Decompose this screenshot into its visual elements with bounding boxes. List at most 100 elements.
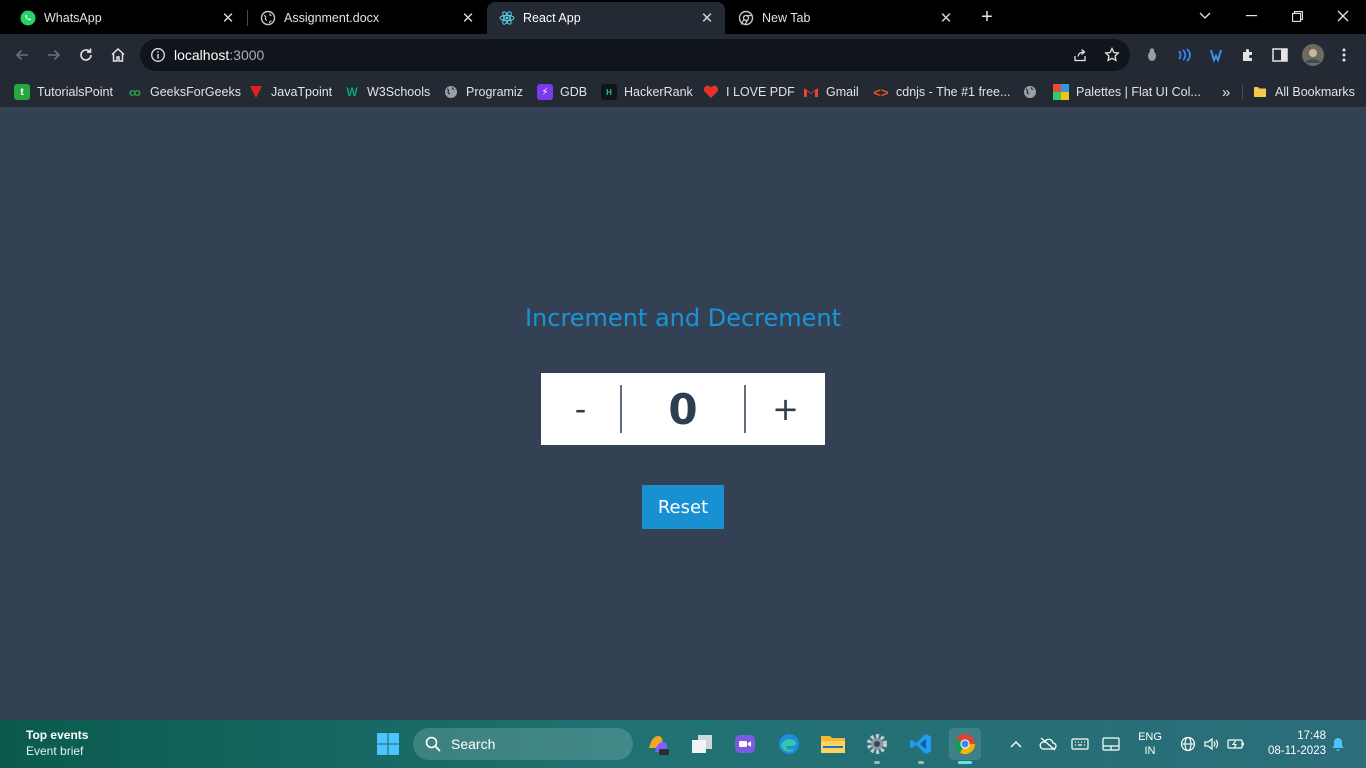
onedrive-tray-button[interactable] xyxy=(1038,734,1058,754)
edge-icon xyxy=(779,734,799,754)
reload-button[interactable] xyxy=(74,43,98,67)
side-panel-icon[interactable] xyxy=(1271,46,1289,64)
close-window-button[interactable] xyxy=(1320,0,1366,32)
address-bar[interactable]: localhost:3000 xyxy=(140,39,1130,71)
browser-toolbar: localhost:3000 xyxy=(0,34,1366,76)
start-button[interactable] xyxy=(372,728,404,760)
battery-tray-button[interactable] xyxy=(1226,734,1246,754)
reload-icon xyxy=(80,48,92,61)
restore-button[interactable] xyxy=(1274,0,1320,32)
globe-icon xyxy=(1180,736,1196,752)
minimize-icon xyxy=(1245,15,1257,17)
running-indicator xyxy=(874,761,880,764)
region-code: IN xyxy=(1144,745,1156,757)
decrement-button[interactable]: - xyxy=(541,373,620,445)
clock-date: 08-11-2023 xyxy=(1268,745,1326,757)
new-tab-button[interactable]: + xyxy=(976,6,998,28)
chrome-icon xyxy=(738,10,754,26)
tab-label: Assignment.docx xyxy=(284,11,380,25)
bookmark-geeksforgeeks[interactable]: ꝏ GeeksForGeeks xyxy=(127,81,241,103)
close-icon[interactable]: ✕ xyxy=(699,10,715,27)
bookmark-ilovepdf[interactable]: I LOVE PDF xyxy=(703,81,795,103)
tray-overflow-button[interactable] xyxy=(1006,734,1026,754)
language-indicator[interactable]: ENG IN xyxy=(1136,730,1164,758)
extensions-puzzle-icon[interactable] xyxy=(1239,46,1257,64)
forward-button[interactable] xyxy=(42,43,66,67)
reset-button[interactable]: Reset xyxy=(642,485,724,529)
gmail-icon xyxy=(803,84,819,100)
page-content: Increment and Decrement - 0 + Reset xyxy=(0,108,1366,720)
volume-tray-button[interactable] xyxy=(1201,734,1221,754)
news-widget[interactable]: Top events Event brief xyxy=(26,728,88,758)
taskbar-search[interactable]: Search xyxy=(413,728,633,760)
tab-new-tab[interactable]: New Tab ✕ xyxy=(726,2,964,34)
menu-kebab-icon[interactable] xyxy=(1335,46,1353,64)
close-icon xyxy=(1337,10,1349,22)
bookmark-gdb[interactable]: ⚡ GDB xyxy=(537,81,587,103)
all-bookmarks-button[interactable]: All Bookmarks xyxy=(1252,81,1355,103)
keyboard-tray-button[interactable] xyxy=(1070,734,1090,754)
bookmark-w3schools[interactable]: W W3Schools xyxy=(344,81,430,103)
bookmark-programiz[interactable]: Programiz xyxy=(443,81,523,103)
tab-assignment[interactable]: Assignment.docx ✕ xyxy=(248,2,486,34)
extension-shield-icon[interactable] xyxy=(1207,46,1225,64)
meet-app[interactable] xyxy=(729,728,761,760)
arrow-right-icon xyxy=(48,49,61,61)
heart-icon xyxy=(703,84,719,100)
news-title: Top events xyxy=(26,728,89,742)
network-tray-button[interactable] xyxy=(1178,734,1198,754)
globe-icon xyxy=(1022,84,1038,100)
bookmark-gmail[interactable]: Gmail xyxy=(803,81,859,103)
star-icon[interactable] xyxy=(1104,47,1120,63)
bookmark-label: Programiz xyxy=(466,85,523,99)
close-icon[interactable]: ✕ xyxy=(460,10,476,27)
back-button[interactable] xyxy=(10,43,34,67)
avatar[interactable] xyxy=(1302,44,1324,66)
info-icon[interactable] xyxy=(150,47,166,63)
task-view-app[interactable] xyxy=(686,728,718,760)
edge-app[interactable] xyxy=(773,728,805,760)
search-icon xyxy=(425,736,441,752)
home-button[interactable] xyxy=(106,43,130,67)
extension-wave-icon[interactable] xyxy=(1175,46,1193,64)
counter-value: 0 xyxy=(668,384,698,434)
bookmarks-overflow-button[interactable]: » xyxy=(1222,81,1230,103)
input-tray-button[interactable] xyxy=(1101,734,1121,754)
bookmark-label: I LOVE PDF xyxy=(726,85,795,99)
clock[interactable]: 17:48 08-11-2023 xyxy=(1254,729,1326,759)
bookmark-label: GeeksForGeeks xyxy=(150,85,242,99)
extension-bug-icon[interactable] xyxy=(1143,46,1161,64)
minimize-button[interactable] xyxy=(1228,0,1274,32)
close-icon[interactable]: ✕ xyxy=(220,10,236,27)
gdb-icon: ⚡ xyxy=(537,84,553,100)
task-view-icon xyxy=(692,735,712,753)
vscode-app[interactable] xyxy=(905,728,937,764)
bookmark-label: GDB xyxy=(560,85,588,99)
settings-app[interactable] xyxy=(861,728,893,764)
bookmark-globe[interactable] xyxy=(1022,81,1045,103)
search-label: Search xyxy=(451,736,496,752)
copilot-app[interactable] xyxy=(642,728,674,760)
bookmark-tutorialspoint[interactable]: t TutorialsPoint xyxy=(14,81,113,103)
bookmark-cdnjs[interactable]: <> cdnjs - The #1 free... xyxy=(873,81,1010,103)
url-text[interactable]: localhost:3000 xyxy=(174,47,264,63)
palette-icon xyxy=(1053,84,1069,100)
tab-search-button[interactable] xyxy=(1182,0,1228,32)
chevron-double-right-icon: » xyxy=(1222,83,1231,101)
video-chat-icon xyxy=(735,735,755,753)
close-icon[interactable]: ✕ xyxy=(938,10,954,27)
bookmark-javatpoint[interactable]: JavaTpoint xyxy=(248,81,332,103)
bookmark-hackerrank[interactable]: H HackerRank xyxy=(601,81,693,103)
file-explorer-app[interactable] xyxy=(817,728,849,760)
bookmark-label: Palettes | Flat UI Col... xyxy=(1076,85,1201,99)
tab-react-app[interactable]: React App ✕ xyxy=(487,2,725,34)
share-icon[interactable] xyxy=(1072,47,1088,63)
bookmark-label: HackerRank xyxy=(624,85,693,99)
increment-button[interactable]: + xyxy=(746,373,825,445)
chrome-app[interactable] xyxy=(949,728,981,764)
javatpoint-icon xyxy=(248,84,264,100)
notifications-button[interactable] xyxy=(1328,734,1348,754)
tab-whatsapp[interactable]: WhatsApp ✕ xyxy=(8,2,246,34)
globe-icon xyxy=(443,84,459,100)
bookmark-palettes[interactable]: Palettes | Flat UI Col... xyxy=(1053,81,1201,103)
